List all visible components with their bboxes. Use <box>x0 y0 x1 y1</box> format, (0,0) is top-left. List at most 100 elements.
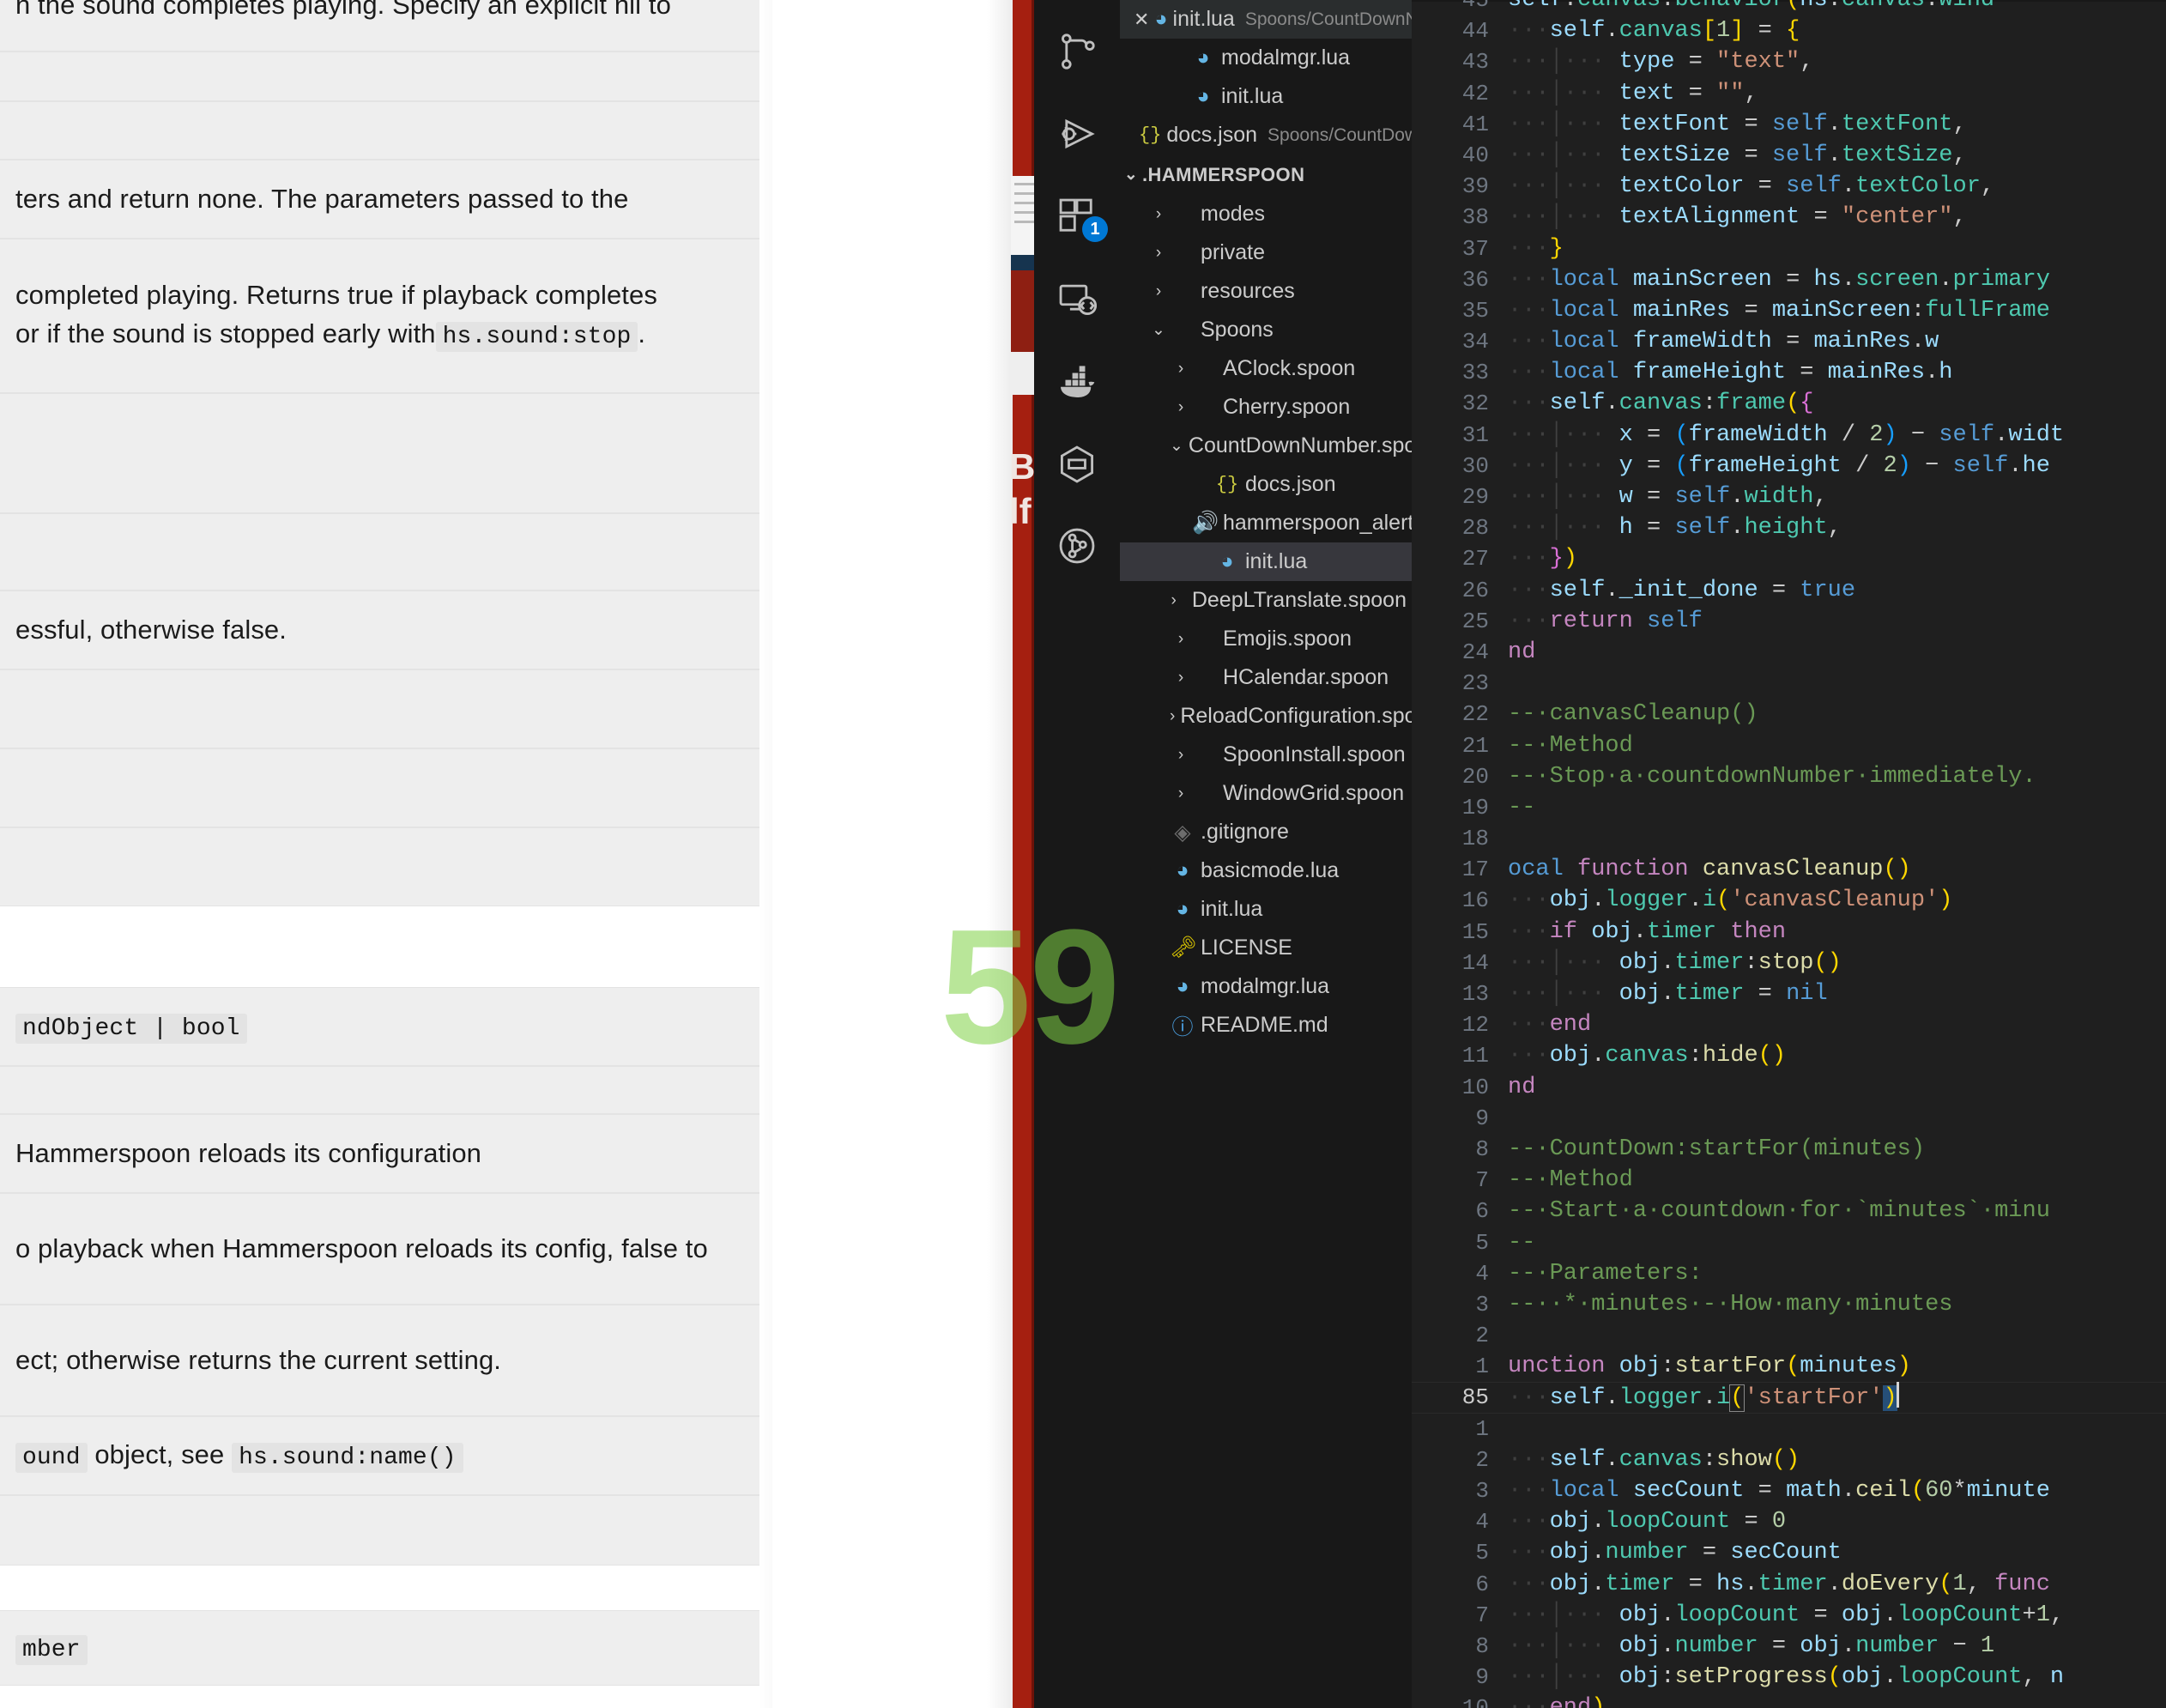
remote-explorer-button[interactable] <box>1034 257 1120 340</box>
chevron-right-icon[interactable]: › <box>1170 707 1175 726</box>
code-line: 39 ···│··· textColor = self.textColor, <box>1412 171 2166 202</box>
chevron-right-icon[interactable]: › <box>1147 282 1170 301</box>
code-line: 29 ···│··· w = self.width, <box>1412 482 2166 512</box>
containers-icon <box>1060 445 1094 483</box>
line-source: ···self.canvas:show() <box>1508 1446 1800 1473</box>
docs-row: ndObject | bool <box>0 987 772 1066</box>
line-source: ···obj.loopCount = 0 <box>1508 1509 1787 1535</box>
docs-row <box>0 1495 772 1566</box>
tree-folder-item[interactable]: › SpoonInstall.spoon <box>1120 736 1412 774</box>
code-line: 18 <box>1412 823 2166 854</box>
code-line: 40 ···│··· textSize = self.textSize, <box>1412 140 2166 171</box>
tree-folder-item[interactable]: ⌄ Spoons <box>1120 311 1412 349</box>
tree-file-item[interactable]: ◕ modalmgr.lua <box>1120 967 1412 1006</box>
tree-file-item[interactable]: 🗝 LICENSE <box>1120 929 1412 967</box>
chevron-right-icon[interactable]: › <box>1170 669 1192 687</box>
tree-folder-item[interactable]: › ReloadConfiguration.spoon <box>1120 697 1440 736</box>
source-control-button[interactable] <box>1034 10 1120 93</box>
json-file-icon: {} <box>1215 474 1239 495</box>
docs-row-text: mber <box>15 1628 88 1669</box>
docs-right-edge <box>759 0 772 1708</box>
tree-item-label: basicmode.lua <box>1201 858 1340 882</box>
line-number: 33 <box>1461 360 1489 386</box>
docs-row-text: ndObject | bool <box>15 1007 247 1047</box>
chevron-down-icon[interactable]: ⌄ <box>1147 320 1170 340</box>
code-line: 37 ···} <box>1412 233 2166 264</box>
line-number: 8 <box>1475 1136 1489 1162</box>
code-line: 24 nd <box>1412 637 2166 668</box>
tree-file-item[interactable]: ◕ init.lua <box>1120 890 1412 929</box>
tree-file-item[interactable]: ⓘ README.md <box>1120 1006 1412 1045</box>
tree-folder-item[interactable]: › Cherry.spoon <box>1120 388 1412 427</box>
code-line: 10···end) <box>1412 1693 2166 1708</box>
run-and-debug-button[interactable] <box>1034 93 1120 175</box>
tree-item-label: DeepLTranslate.spoon <box>1191 588 1407 612</box>
docker-button[interactable] <box>1034 340 1120 422</box>
open-editor-item[interactable]: {} docs.json Spoons/CountDownNum... <box>1120 116 1481 154</box>
tree-file-item[interactable]: {} docs.json <box>1120 465 1412 504</box>
chevron-right-icon[interactable]: › <box>1170 784 1192 803</box>
chevron-down-icon[interactable]: ⌄ <box>1170 436 1183 456</box>
tree-folder-item[interactable]: › private <box>1120 233 1412 272</box>
tree-folder-item[interactable]: › resources <box>1120 272 1412 311</box>
line-source: ···end) <box>1508 1693 1605 1708</box>
line-number: 4 <box>1475 1260 1489 1287</box>
tree-folder-item[interactable]: › HCalendar.spoon <box>1120 658 1412 697</box>
tree-folder-item[interactable]: › DeepLTranslate.spoon <box>1120 581 1412 620</box>
line-number: 40 <box>1461 142 1489 168</box>
tree-folder-item[interactable]: › Emojis.spoon <box>1120 620 1412 658</box>
line-source: --··*·minutes·-·How·many·minutes <box>1508 1291 1953 1317</box>
containers-button[interactable] <box>1034 422 1120 505</box>
docs-row <box>0 827 772 906</box>
json-file-icon: {} <box>1139 124 1162 146</box>
open-editor-item[interactable]: ✕ ◕ init.lua Spoons/CountDownNumber... <box>1120 0 1484 39</box>
lua-file-icon: ◕ <box>1196 84 1210 108</box>
chevron-right-icon[interactable]: › <box>1147 205 1170 224</box>
line-source: nd <box>1508 1074 1536 1100</box>
docs-row: ect; otherwise returns the current setti… <box>0 1305 772 1416</box>
docs-row-text: o playback when Hammerspoon reloads its … <box>15 1233 708 1263</box>
tree-item-label: modes <box>1201 202 1266 226</box>
line-source: ···│··· obj.timer:stop() <box>1508 949 1842 976</box>
line-number: 38 <box>1461 204 1489 231</box>
tree-folder-item[interactable]: › AClock.spoon <box>1120 349 1412 388</box>
tree-folder-item[interactable]: › modes <box>1120 195 1412 233</box>
tree-file-item[interactable]: 🔊 hammerspoon_alert.mp3 <box>1120 504 1461 542</box>
line-number: 26 <box>1461 577 1489 603</box>
chevron-right-icon[interactable]: › <box>1170 360 1192 379</box>
code-line: 2 <box>1412 1320 2166 1351</box>
code-editor[interactable]: 45 self.canvas:behavior(hs.canvas.wind 44 ·… <box>1412 0 2166 1708</box>
docs-row <box>0 669 772 748</box>
line-source: ···if obj.timer then <box>1508 918 1787 945</box>
chevron-right-icon[interactable]: › <box>1170 591 1177 610</box>
chevron-right-icon[interactable]: › <box>1170 746 1192 765</box>
line-source: --·Method <box>1508 1167 1633 1194</box>
code-line: 9 ···│··· obj:setProgress(obj.loopCount, … <box>1412 1662 2166 1693</box>
lua-file-icon: ◕ <box>1154 7 1168 31</box>
open-editor-item[interactable]: ◕ modalmgr.lua <box>1120 39 1412 77</box>
close-icon[interactable]: ✕ <box>1134 9 1149 31</box>
line-source: ···local mainRes = mainScreen:fullFrame <box>1508 297 2050 324</box>
code-line: 14 ···│··· obj.timer:stop() <box>1412 948 2166 978</box>
tree-file-item[interactable]: ◕ basicmode.lua <box>1120 851 1412 890</box>
line-source: ···self._init_done = true <box>1508 577 1856 603</box>
extensions-button[interactable]: 1 <box>1034 175 1120 257</box>
tree-file-item[interactable]: ◈ .gitignore <box>1120 813 1412 851</box>
lua-file-icon: ◕ <box>1176 858 1189 882</box>
code-line: 10 nd <box>1412 1072 2166 1103</box>
run-and-debug-icon <box>1062 118 1095 149</box>
tree-item-label: .gitignore <box>1201 820 1289 844</box>
code-line: 4 ···obj.loopCount = 0 <box>1412 1506 2166 1537</box>
test-graph-button[interactable] <box>1034 505 1120 587</box>
tree-folder-item[interactable]: › WindowGrid.spoon <box>1120 774 1412 813</box>
tree-item-label: init.lua <box>1245 549 1308 573</box>
code-lines[interactable]: 45 self.canvas:behavior(hs.canvas.wind 44 ·… <box>1412 0 2166 1708</box>
explorer-folder-header[interactable]: ⌄ .HAMMERSPOON <box>1120 154 1412 195</box>
open-editor-item[interactable]: ◕ init.lua <box>1120 77 1412 116</box>
code-line: 3 --··*·minutes·-·How·many·minutes <box>1412 1289 2166 1320</box>
chevron-right-icon[interactable]: › <box>1170 398 1192 417</box>
tree-file-item[interactable]: ◕ init.lua <box>1120 542 1412 581</box>
chevron-right-icon[interactable]: › <box>1147 244 1170 263</box>
tree-folder-item[interactable]: ⌄ CountDownNumber.spoon <box>1120 427 1440 465</box>
chevron-right-icon[interactable]: › <box>1170 630 1192 649</box>
